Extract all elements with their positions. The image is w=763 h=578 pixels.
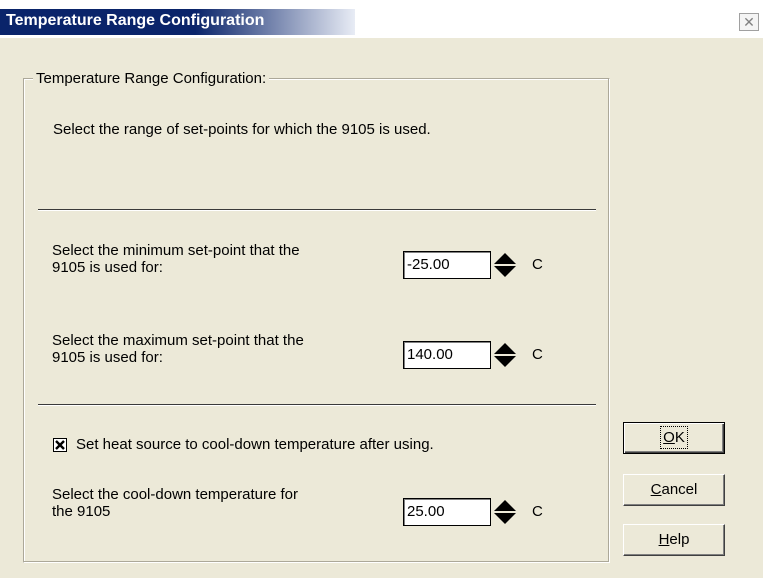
help-label-rest: elp <box>669 531 690 548</box>
cooldown-temp-unit: C <box>532 503 543 520</box>
title-bar: Temperature Range Configuration ✕ <box>0 0 763 38</box>
ok-label-rest: K <box>674 429 685 446</box>
ok-mnemonic: O <box>663 429 675 446</box>
min-setpoint-label-line2: 9105 is used for: <box>52 259 163 276</box>
max-setpoint-spinner[interactable] <box>492 341 518 369</box>
check-x-icon <box>55 440 65 450</box>
min-setpoint-label-line1: Select the minimum set-point that the <box>52 242 300 259</box>
intro-text: Select the range of set-points for which… <box>53 121 431 138</box>
cancel-button-label: Cancel <box>651 481 698 498</box>
max-setpoint-input[interactable]: 140.00 <box>403 341 491 369</box>
min-setpoint-unit: C <box>532 256 543 273</box>
dialog-window: Temperature Range Configuration ✕ Temper… <box>0 0 763 578</box>
cancel-label-rest: ancel <box>661 481 698 498</box>
ok-button-label: OK <box>660 426 688 449</box>
cancel-button[interactable]: Cancel <box>623 474 725 506</box>
help-button[interactable]: Help <box>623 524 725 556</box>
min-setpoint-label: Select the minimum set-point that the 91… <box>52 242 300 276</box>
max-setpoint-label-line2: 9105 is used for: <box>52 349 163 366</box>
separator-bottom <box>38 404 596 406</box>
max-setpoint-label: Select the maximum set-point that the 91… <box>52 332 304 366</box>
max-setpoint-label-line1: Select the maximum set-point that the <box>52 332 304 349</box>
min-setpoint-spinner[interactable] <box>492 251 518 279</box>
cooldown-checkbox-label[interactable]: Set heat source to cool-down temperature… <box>76 436 434 453</box>
ok-button[interactable]: OK <box>623 422 725 454</box>
spin-up-down-icon <box>494 343 516 367</box>
min-setpoint-input[interactable]: -25.00 <box>403 251 491 279</box>
cooldown-temp-spinner[interactable] <box>492 498 518 526</box>
cooldown-temp-label: Select the cool-down temperature for the… <box>52 486 298 520</box>
close-button[interactable]: ✕ <box>739 13 759 31</box>
spin-up-down-icon <box>494 253 516 277</box>
max-setpoint-unit: C <box>532 346 543 363</box>
separator-top <box>38 209 596 211</box>
spin-up-down-icon <box>494 500 516 524</box>
close-icon: ✕ <box>743 14 755 30</box>
cooldown-temp-label-line1: Select the cool-down temperature for <box>52 486 298 503</box>
help-button-label: Help <box>659 531 690 548</box>
cancel-mnemonic: C <box>650 481 662 498</box>
cooldown-temp-label-line2: the 9105 <box>52 503 111 520</box>
cooldown-checkbox[interactable] <box>53 438 67 452</box>
group-box-legend: Temperature Range Configuration: <box>33 70 270 87</box>
help-mnemonic: H <box>658 531 670 548</box>
window-title: Temperature Range Configuration <box>6 12 265 29</box>
title-bar-highlight: Temperature Range Configuration <box>0 9 355 35</box>
cooldown-temp-input[interactable]: 25.00 <box>403 498 491 526</box>
